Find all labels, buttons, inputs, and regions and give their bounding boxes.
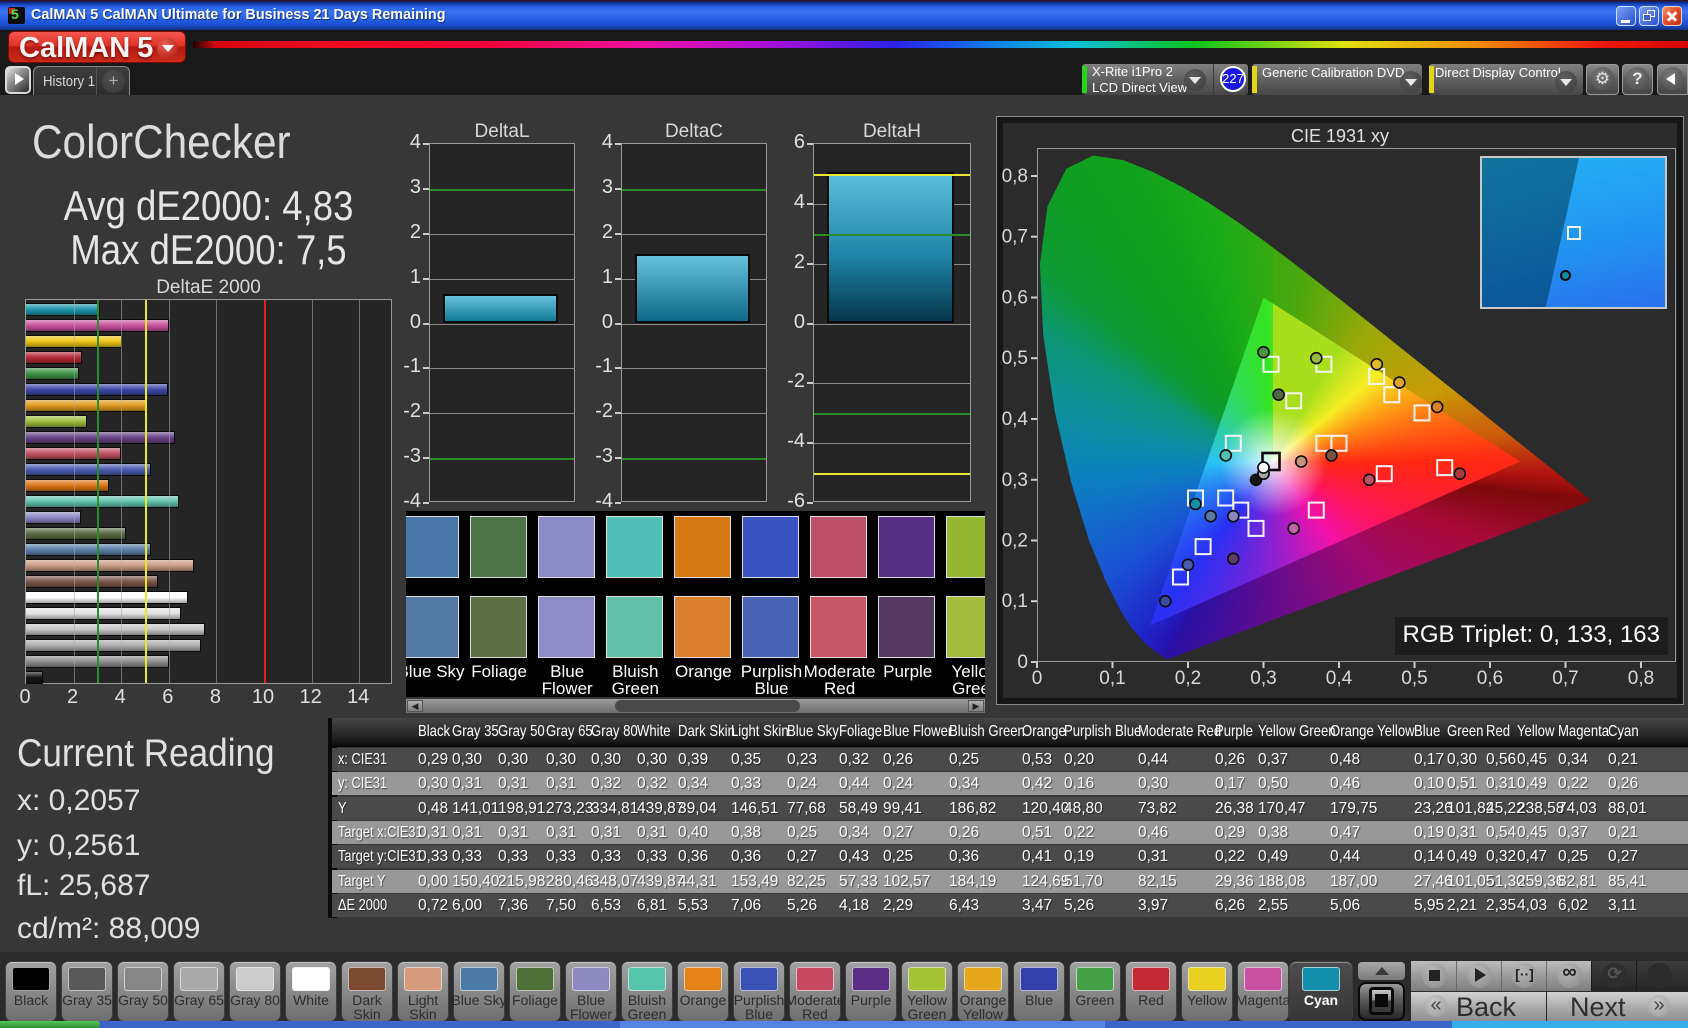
- svg-text:0,8: 0,8: [1002, 166, 1028, 187]
- svg-text:0,3: 0,3: [1002, 470, 1028, 491]
- svg-text:0,4: 0,4: [1002, 409, 1029, 430]
- svg-text:0,4: 0,4: [1326, 668, 1353, 689]
- svg-text:0,2: 0,2: [1002, 531, 1028, 552]
- svg-text:0,5: 0,5: [1401, 668, 1427, 689]
- svg-text:0,2: 0,2: [1175, 668, 1201, 689]
- svg-text:0,7: 0,7: [1552, 668, 1578, 689]
- svg-text:0,5: 0,5: [1002, 348, 1028, 369]
- svg-text:0,1: 0,1: [1099, 668, 1125, 689]
- svg-text:0,3: 0,3: [1250, 668, 1276, 689]
- svg-text:0: 0: [1032, 668, 1043, 689]
- svg-text:0: 0: [1017, 652, 1028, 673]
- svg-text:0,6: 0,6: [1477, 668, 1503, 689]
- svg-text:0,1: 0,1: [1002, 591, 1028, 612]
- svg-text:0,7: 0,7: [1002, 227, 1028, 248]
- svg-text:0,8: 0,8: [1628, 668, 1654, 689]
- svg-text:0,6: 0,6: [1002, 288, 1028, 309]
